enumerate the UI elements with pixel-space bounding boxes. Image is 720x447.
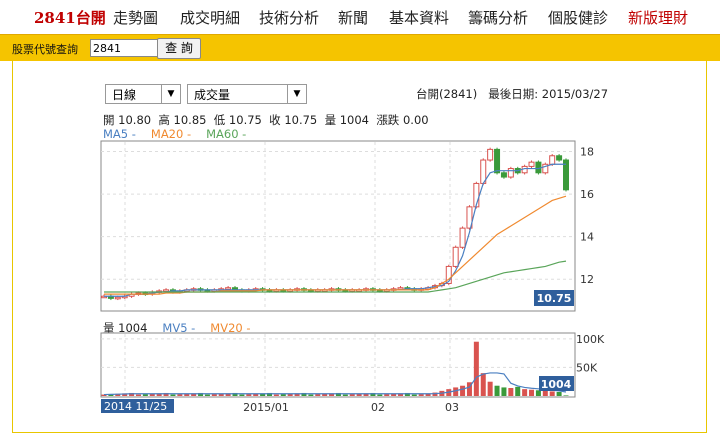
last-volume-tag-label: 1004: [541, 378, 572, 391]
volume-bar: [542, 390, 548, 396]
candle-body: [114, 296, 121, 300]
volume-bar: [342, 394, 348, 396]
ma5-line: [104, 163, 566, 297]
stock-chart: 12 14 16 18 50K 100K 2015/01 02 03 2014 11/25 1…: [100, 140, 605, 414]
volume-bar: [377, 394, 383, 396]
price-tick-label: 12: [580, 273, 594, 286]
candle-body: [528, 161, 535, 167]
volume-bar: [453, 387, 459, 396]
volume-bar: [563, 395, 569, 396]
volume-plot-frame: [100, 332, 576, 398]
ma60-line: [104, 260, 567, 293]
volume-bar: [535, 390, 541, 396]
volume-tick-label: 100K: [576, 333, 605, 346]
volume-bar: [135, 394, 141, 396]
volume-bar: [522, 389, 528, 396]
volume-bar: [239, 394, 245, 396]
volume-bar: [501, 387, 507, 396]
volume-bar: [349, 394, 355, 396]
x-axis-label: 2015/01: [243, 401, 289, 414]
volume-bar: [142, 394, 148, 396]
volume-bar: [460, 385, 466, 396]
volume-bar: [204, 394, 210, 396]
candle-body: [459, 227, 466, 248]
price-plot-frame: [100, 140, 576, 312]
volume-bar: [384, 394, 390, 396]
start-date-tag-label: 2014 11/25: [104, 400, 167, 413]
price-tick-label: 16: [580, 188, 594, 201]
volume-bar: [529, 389, 535, 396]
price-tick-label: 18: [580, 146, 594, 159]
candle-body: [500, 172, 507, 178]
price-tick-label: 14: [580, 231, 594, 244]
volume-bar: [273, 394, 279, 396]
volume-bar: [515, 386, 521, 396]
volume-bar: [170, 394, 176, 396]
candle-body: [549, 155, 556, 165]
volume-bar: [549, 391, 555, 396]
volume-bar: [556, 392, 562, 396]
volume-bar: [315, 394, 321, 396]
candle-body: [487, 148, 494, 161]
volume-bar: [308, 394, 314, 396]
volume-bar: [246, 394, 252, 396]
candle-body: [452, 246, 459, 267]
volume-tick-label: 50K: [576, 361, 598, 374]
volume-bar: [487, 381, 493, 396]
volume-bar: [473, 341, 479, 396]
volume-bar: [480, 373, 486, 396]
volume-bar: [177, 394, 183, 396]
candle-body: [225, 287, 232, 290]
last-price-tag-label: 10.75: [537, 292, 572, 305]
volume-bar: [494, 385, 500, 396]
volume-bar: [211, 394, 217, 396]
volume-bar: [508, 388, 514, 396]
volume-bar: [280, 394, 286, 396]
candle-body: [556, 155, 563, 161]
x-axis-label: 03: [445, 401, 459, 414]
candle-body: [507, 168, 514, 178]
volume-bar: [411, 394, 417, 396]
candle-body: [494, 148, 501, 174]
volume-bar: [418, 394, 424, 396]
x-axis-label: 02: [371, 401, 385, 414]
